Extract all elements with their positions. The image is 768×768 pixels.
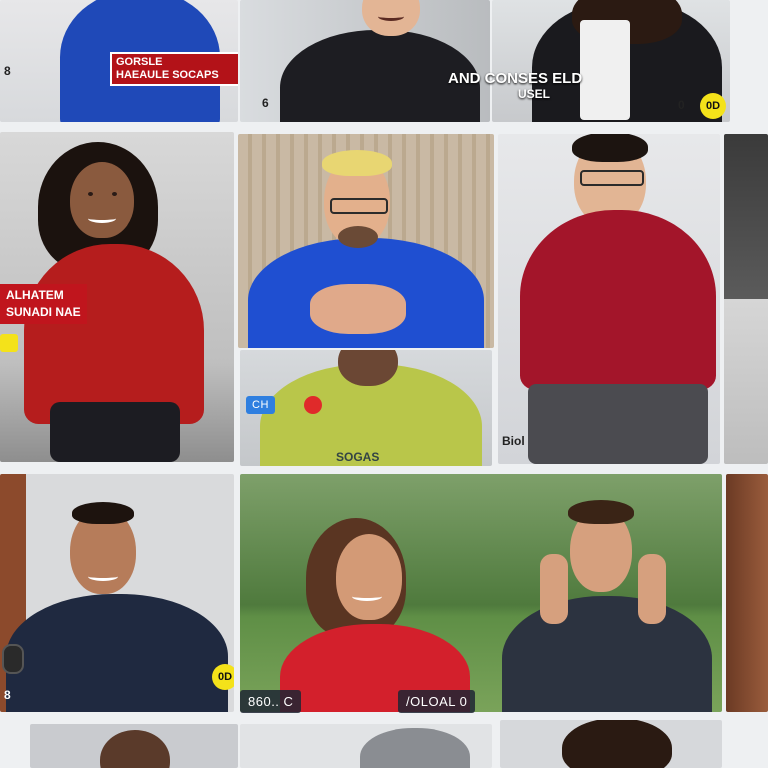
tile-background: [726, 474, 768, 712]
participant-glasses: [580, 170, 644, 186]
tile-background: [724, 134, 768, 464]
video-tile-bottom-left[interactable]: 0D 8: [0, 474, 234, 712]
participant-hair: [72, 502, 134, 524]
video-tile-mid-far-right[interactable]: [724, 134, 768, 464]
video-tile-bottom-far-right[interactable]: [726, 474, 768, 712]
participant-glasses: [330, 198, 388, 214]
video-tile-top-right[interactable]: 0 0D: [492, 0, 730, 122]
participant-number-label: Biol: [502, 434, 525, 448]
camera-status-chip[interactable]: CH: [246, 396, 275, 414]
participant-eye: [112, 192, 117, 196]
participant-name-chip: 860.. C: [240, 690, 302, 713]
participant: [6, 594, 228, 712]
record-icon[interactable]: [304, 396, 322, 414]
participant-smile: [352, 592, 382, 601]
participant-number-label: 6: [262, 96, 269, 110]
news-ticker-overlay: GORSLE HAEAULE SOCAPS: [110, 52, 238, 86]
participant-hair-2: [568, 500, 634, 524]
participant-pants: [528, 384, 708, 464]
shirt-text: SOGAS: [336, 450, 380, 464]
participant-smile: [88, 214, 116, 223]
video-tile-row4-left[interactable]: [30, 724, 238, 768]
participant-2-arm: [540, 554, 568, 624]
participant: [520, 210, 716, 390]
status-badge: [0, 334, 18, 352]
video-tile-mid-center-bottom[interactable]: CH SOGAS: [240, 350, 492, 466]
participant-hair: [562, 720, 672, 768]
video-tile-top-center[interactable]: 6: [240, 0, 490, 122]
video-tile-mid-right[interactable]: Biol: [498, 134, 720, 464]
participant-hair: [572, 134, 648, 162]
status-badge: 0D: [212, 664, 234, 690]
video-tile-row4-center[interactable]: [240, 724, 492, 768]
participant-number-label: 8: [4, 64, 11, 78]
mic-icon[interactable]: [2, 644, 24, 674]
participant-smile: [88, 572, 118, 581]
participant-name-chip: /OLOAL 0: [398, 690, 476, 713]
participant-hair: [322, 150, 392, 176]
participant-skirt: [50, 402, 180, 462]
participant-number-label: 8: [4, 688, 11, 702]
participant-eye: [88, 192, 93, 196]
participant-shirt-collar: [580, 20, 630, 120]
video-tile-bottom-center[interactable]: [240, 474, 722, 712]
participant-number-label: 0: [678, 98, 685, 112]
participant-2: [502, 596, 712, 712]
participant-hands: [310, 284, 406, 334]
caption-overlay: AND CONSES ELD USEL: [448, 70, 583, 101]
video-tile-top-left[interactable]: GORSLE HAEAULE SOCAPS 8: [0, 0, 238, 122]
participant-face: [336, 534, 402, 620]
participant-smile: [378, 12, 404, 21]
participant: [24, 244, 204, 424]
participant-beard: [338, 226, 378, 248]
video-tile-mid-left[interactable]: ALHATEM SUNADI NAE: [0, 132, 234, 462]
lower-third-caption: ALHATEM SUNADI NAE: [0, 284, 87, 324]
participant-face: [70, 162, 134, 238]
status-badge: 0D: [700, 93, 726, 119]
participant-2-arm: [638, 554, 666, 624]
video-tile-mid-center-top[interactable]: [238, 134, 494, 348]
video-tile-row4-right[interactable]: [500, 720, 722, 768]
